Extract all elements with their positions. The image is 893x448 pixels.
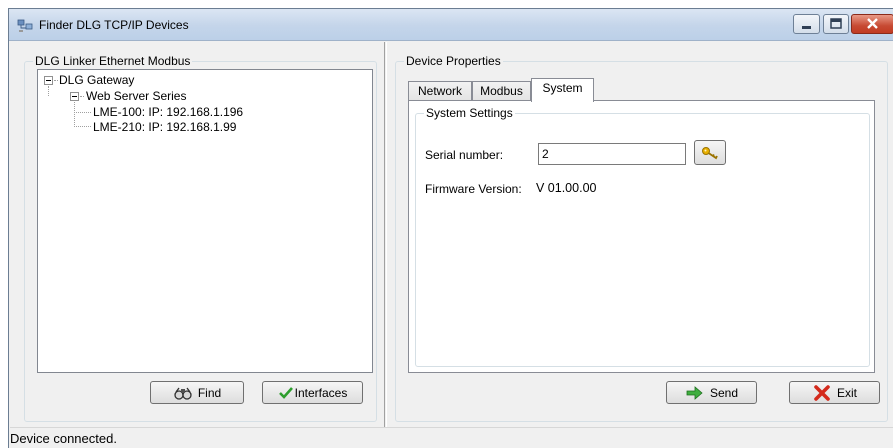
maximize-button[interactable] [823,14,849,34]
firmware-version-value: V 01.00.00 [536,181,597,195]
set-serial-button[interactable] [694,140,726,165]
tree-node-dlg-gateway[interactable]: DLG Gateway [59,73,134,87]
client-area: DLG Linker Ethernet Modbus DLG Gateway W… [10,42,893,448]
exit-button-label: Exit [836,385,857,400]
exit-x-icon [814,384,830,401]
status-bar: Device connected. [10,427,893,448]
device-tree[interactable]: DLG Gateway Web Server Series LME-100: I… [37,69,373,373]
minimize-icon [802,26,811,29]
status-text: Device connected. [10,431,117,446]
key-icon [702,146,718,159]
find-button[interactable]: Find [150,381,244,404]
serial-number-input[interactable] [538,143,686,165]
close-button[interactable] [851,14,893,34]
system-settings-title: System Settings [424,106,515,120]
find-button-label: Find [197,385,222,400]
interfaces-button-label: Interfaces [294,385,348,400]
firmware-version-label: Firmware Version: [425,182,522,196]
window-title: Finder DLG TCP/IP Devices [39,18,189,32]
tree-collapse-toggle-series[interactable] [70,92,79,101]
tab-network[interactable]: Network [408,81,472,101]
tab-system[interactable]: System [531,78,594,102]
system-tab-page: System Settings Serial number: Firmware … [408,100,875,373]
tab-modbus[interactable]: Modbus [472,81,531,101]
exit-button[interactable]: Exit [789,381,880,404]
serial-number-label: Serial number: [425,148,504,162]
dlg-linker-group-title: DLG Linker Ethernet Modbus [33,54,193,68]
right-panel: Device Properties Network Modbus System … [388,42,893,427]
interfaces-button[interactable]: Interfaces [262,381,363,404]
device-properties-group-title: Device Properties [404,54,503,68]
send-button-label: Send [709,385,739,400]
main-window: Finder DLG TCP/IP Devices DLG Linker Eth… [8,8,893,448]
close-icon [867,18,878,29]
binoculars-icon [174,387,192,400]
tree-node-web-server-series[interactable]: Web Server Series [86,89,186,103]
network-devices-icon [17,19,33,32]
tree-node-device-lme210[interactable]: LME-210: IP: 192.168.1.99 [93,120,236,134]
minimize-button[interactable] [793,14,820,34]
checkmark-icon [278,386,293,399]
arrow-right-icon [686,385,703,400]
tree-collapse-toggle-root[interactable] [44,76,53,85]
maximize-icon [830,18,842,29]
left-panel: DLG Linker Ethernet Modbus DLG Gateway W… [10,42,383,427]
tree-node-device-lme100[interactable]: LME-100: IP: 192.168.1.196 [93,105,243,119]
title-bar[interactable]: Finder DLG TCP/IP Devices [9,9,893,41]
send-button[interactable]: Send [666,381,757,404]
